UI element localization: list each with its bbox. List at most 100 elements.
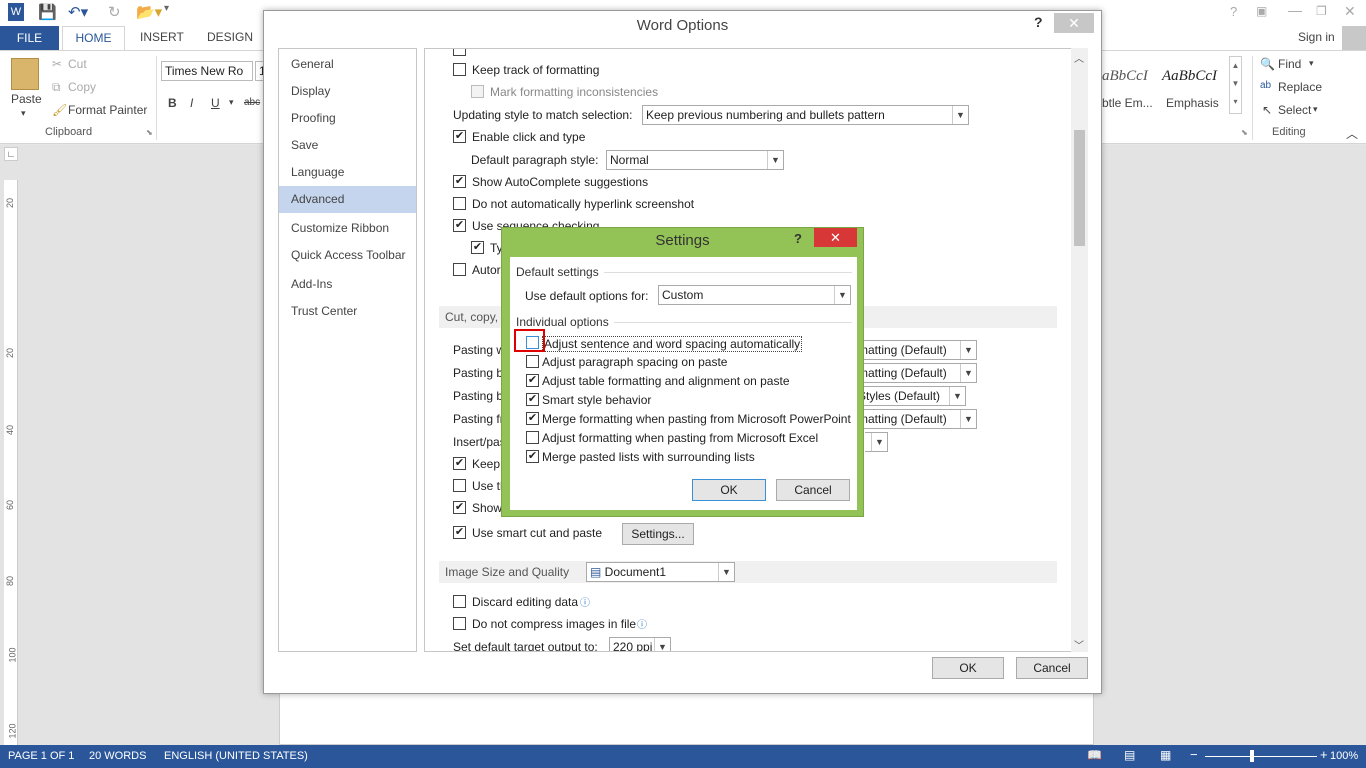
options-scrollbar[interactable]: ︿ ﹀ xyxy=(1071,48,1088,652)
nav-trust-center[interactable]: Trust Center xyxy=(279,298,416,325)
adjust-paragraph-checkbox[interactable] xyxy=(526,355,539,368)
enable-click-type-label[interactable]: Enable click and type xyxy=(472,130,585,144)
info-icon[interactable]: ⓘ xyxy=(637,616,647,631)
open-icon[interactable]: 📂▾ xyxy=(136,3,162,21)
clipboard-launcher-icon[interactable]: ⬊ xyxy=(146,128,153,137)
adjust-table-label[interactable]: Adjust table formatting and alignment on… xyxy=(542,374,790,388)
checkbox[interactable] xyxy=(453,49,466,56)
print-layout-icon[interactable]: ▤ xyxy=(1124,748,1135,762)
style-subtle-emphasis-sample[interactable]: aBbCcI xyxy=(1102,68,1148,85)
target-output-dropdown[interactable]: 220 ppi ▼ xyxy=(609,637,671,651)
find-icon[interactable]: 🔍 xyxy=(1260,57,1275,71)
settings-close-button[interactable]: ✕ xyxy=(814,228,857,247)
merge-lists-checkbox[interactable]: ✔ xyxy=(526,450,539,463)
pasting-between-dropdown[interactable]: matting (Default) ▼ xyxy=(855,363,977,383)
redo-icon[interactable]: ↻ xyxy=(108,3,121,21)
strikethrough-button[interactable]: abc xyxy=(244,97,260,108)
avatar[interactable] xyxy=(1342,26,1366,50)
nav-display[interactable]: Display xyxy=(279,78,416,105)
adjust-spacing-label[interactable]: Adjust sentence and word spacing automat… xyxy=(542,336,803,352)
styles-scroll[interactable]: ▲ ▼ ▾ xyxy=(1229,56,1242,114)
merge-powerpoint-checkbox[interactable]: ✔ xyxy=(526,412,539,425)
document-page[interactable] xyxy=(279,690,1094,745)
help-button[interactable]: ? xyxy=(1034,14,1043,30)
no-hyperlink-label[interactable]: Do not automatically hyperlink screensho… xyxy=(472,197,694,211)
auto-keyboard-checkbox[interactable] xyxy=(453,263,466,276)
mark-inconsistencies-checkbox[interactable] xyxy=(471,85,484,98)
customize-qat-icon[interactable]: ▾ xyxy=(164,3,169,14)
zoom-level[interactable]: 100% xyxy=(1330,750,1358,762)
replace-icon[interactable]: ab xyxy=(1260,80,1271,91)
default-paragraph-dropdown[interactable]: Normal ▼ xyxy=(606,150,784,170)
cut-icon[interactable]: ✂ xyxy=(52,57,62,71)
smart-style-label[interactable]: Smart style behavior xyxy=(542,393,651,407)
underline-button[interactable]: U xyxy=(211,96,220,110)
no-hyperlink-checkbox[interactable] xyxy=(453,197,466,210)
enable-click-type-checkbox[interactable]: ✔ xyxy=(453,130,466,143)
save-icon[interactable]: 💾 xyxy=(38,3,57,21)
discard-editing-checkbox[interactable] xyxy=(453,595,466,608)
keep-track-checkbox[interactable] xyxy=(453,63,466,76)
no-compress-checkbox[interactable] xyxy=(453,617,466,630)
image-document-dropdown[interactable]: ▤ Document1 ▼ xyxy=(586,562,735,582)
sequence-checking-checkbox[interactable]: ✔ xyxy=(453,219,466,232)
nav-add-ins[interactable]: Add-Ins xyxy=(279,271,416,298)
format-painter-icon[interactable]: 🖌 xyxy=(52,103,67,117)
tab-insert[interactable]: INSERT xyxy=(140,30,184,44)
close-button[interactable]: ✕ xyxy=(1054,13,1094,33)
cut-button[interactable]: Cut xyxy=(68,57,87,71)
smart-cut-paste-label[interactable]: Use smart cut and paste xyxy=(472,526,602,540)
sign-in-link[interactable]: Sign in xyxy=(1298,30,1335,44)
bold-button[interactable]: B xyxy=(168,96,177,110)
find-dropdown-icon[interactable]: ▾ xyxy=(1309,58,1314,69)
page-count[interactable]: PAGE 1 OF 1 xyxy=(8,750,74,762)
replace-button[interactable]: Replace xyxy=(1278,80,1322,94)
select-icon[interactable]: ↖ xyxy=(1262,103,1272,117)
scroll-up-icon[interactable]: ︿ xyxy=(1074,50,1084,65)
autocomplete-checkbox[interactable]: ✔ xyxy=(453,175,466,188)
adjust-excel-checkbox[interactable] xyxy=(526,431,539,444)
adjust-paragraph-label[interactable]: Adjust paragraph spacing on paste xyxy=(542,355,727,369)
auto-keyboard-label[interactable]: Autor xyxy=(472,263,501,277)
copy-icon[interactable]: ⧉ xyxy=(52,80,61,95)
underline-dropdown-icon[interactable]: ▾ xyxy=(229,97,234,108)
ok-button[interactable]: OK xyxy=(932,657,1004,679)
zoom-out-icon[interactable]: − xyxy=(1190,747,1198,762)
type-replace-checkbox[interactable]: ✔ xyxy=(471,241,484,254)
style-emphasis-label[interactable]: Emphasis xyxy=(1166,96,1219,110)
keep-bullets-label[interactable]: Keep xyxy=(472,457,500,471)
zoom-slider-thumb[interactable] xyxy=(1250,750,1254,762)
settings-help-button[interactable]: ? xyxy=(794,231,802,246)
updating-style-dropdown[interactable]: Keep previous numbering and bullets patt… xyxy=(642,105,969,125)
smart-cut-paste-checkbox[interactable]: ✔ xyxy=(453,526,466,539)
nav-advanced[interactable]: Advanced xyxy=(279,186,416,213)
read-mode-icon[interactable]: 📖 xyxy=(1087,748,1102,762)
autocomplete-label[interactable]: Show AutoComplete suggestions xyxy=(472,175,648,189)
show-paste-options-checkbox[interactable]: ✔ xyxy=(453,501,466,514)
smart-style-checkbox[interactable]: ✔ xyxy=(526,393,539,406)
settings-ok-button[interactable]: OK xyxy=(692,479,766,501)
select-button[interactable]: Select xyxy=(1278,103,1311,117)
undo-icon[interactable]: ↶▾ xyxy=(68,3,88,21)
nav-proofing[interactable]: Proofing xyxy=(279,105,416,132)
scrollbar-thumb[interactable] xyxy=(1074,130,1085,246)
zoom-in-icon[interactable]: + xyxy=(1320,747,1328,762)
no-compress-label[interactable]: Do not compress images in file xyxy=(472,617,636,631)
nav-general[interactable]: General xyxy=(279,51,416,78)
restore-icon[interactable]: ❐ xyxy=(1316,4,1327,18)
find-button[interactable]: Find xyxy=(1278,57,1301,71)
use-default-dropdown[interactable]: Custom ▼ xyxy=(658,285,851,305)
tab-design[interactable]: DESIGN xyxy=(207,30,253,44)
nav-save[interactable]: Save xyxy=(279,132,416,159)
merge-lists-label[interactable]: Merge pasted lists with surrounding list… xyxy=(542,450,755,464)
paste-button[interactable]: Paste xyxy=(11,92,42,106)
pasting-within-dropdown[interactable]: matting (Default) ▼ xyxy=(855,340,977,360)
settings-cancel-button[interactable]: Cancel xyxy=(776,479,850,501)
close-window-icon[interactable]: ✕ xyxy=(1344,3,1356,20)
web-layout-icon[interactable]: ▦ xyxy=(1160,748,1171,762)
font-name-field[interactable]: Times New Ro xyxy=(161,61,253,81)
nav-customize-ribbon[interactable]: Customize Ribbon xyxy=(279,215,416,242)
style-emphasis-sample[interactable]: AaBbCcI xyxy=(1162,68,1217,85)
minimize-icon[interactable]: — xyxy=(1288,2,1302,18)
copy-button[interactable]: Copy xyxy=(68,80,96,94)
